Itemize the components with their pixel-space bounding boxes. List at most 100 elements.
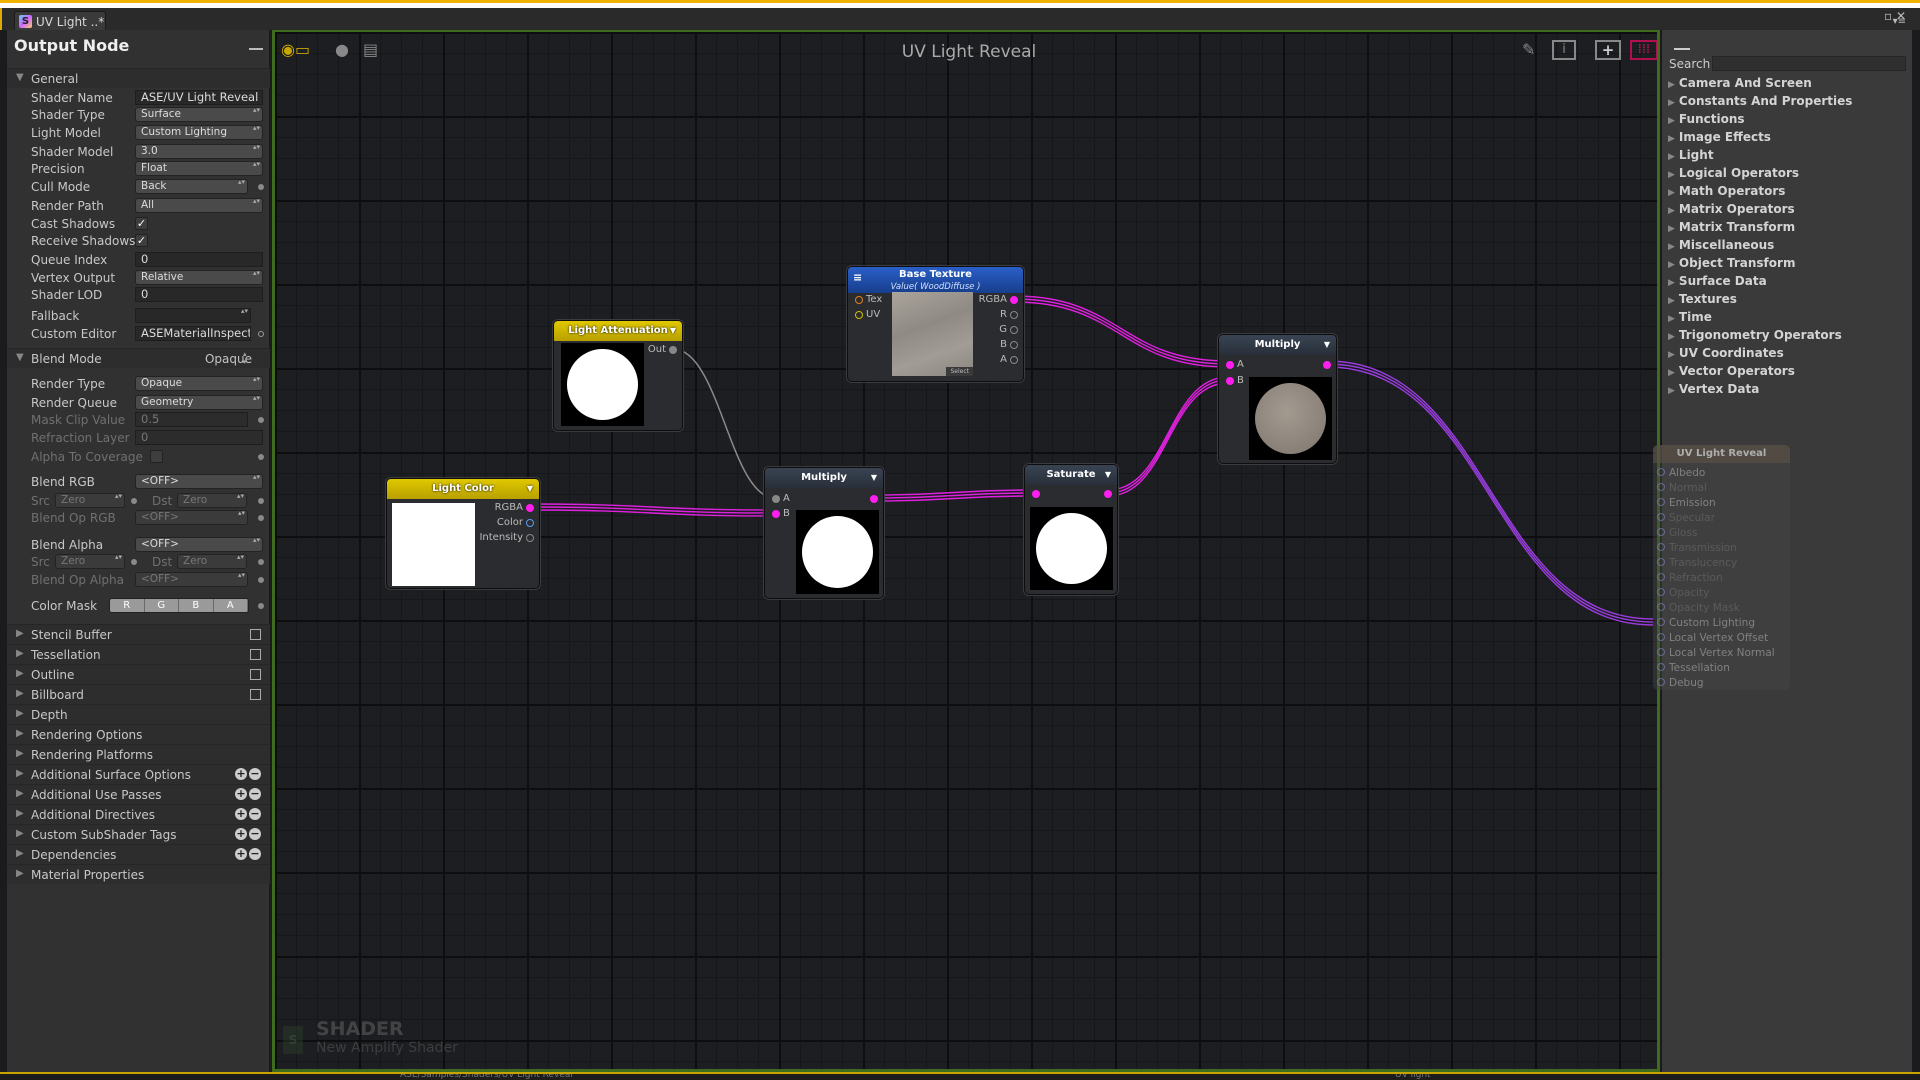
src-dropdown[interactable]: Zero — [55, 493, 125, 508]
node-light-color[interactable]: Light Color ▼ RGBA Color Intensity — [386, 478, 540, 589]
output-port-g[interactable] — [1010, 326, 1018, 334]
output-port[interactable] — [870, 495, 878, 503]
section-tessellation[interactable]: ▶ Tessellation — [7, 644, 270, 664]
collapse-palette-button[interactable] — [1674, 48, 1690, 50]
input-port-a[interactable] — [1226, 361, 1234, 369]
shader-lod-input[interactable]: 0 — [135, 287, 263, 302]
inline-property-dot[interactable] — [258, 603, 264, 609]
category-miscellaneous[interactable]: ▶ Miscellaneous — [1668, 238, 1774, 256]
render-path-dropdown[interactable]: All — [135, 198, 263, 213]
input-port-emission[interactable]: Emission — [1657, 497, 1716, 509]
input-port[interactable] — [1032, 490, 1040, 498]
category-textures[interactable]: ▶ Textures — [1668, 292, 1737, 310]
input-port-refraction[interactable]: Refraction — [1657, 572, 1723, 584]
section-rendering-platforms[interactable]: ▶ Rendering Platforms — [7, 744, 270, 764]
remove-icon[interactable]: − — [249, 768, 261, 780]
section-blend-mode[interactable]: ▼ Blend Mode Opaque — [7, 348, 270, 368]
alpha-to-coverage-checkbox[interactable] — [150, 450, 163, 463]
input-port-tex[interactable] — [855, 296, 863, 304]
input-port-b[interactable] — [772, 510, 780, 518]
dst-dropdown[interactable]: Zero — [177, 493, 247, 508]
output-port-rgba[interactable] — [526, 504, 534, 512]
inline-property-dot[interactable] — [258, 184, 264, 190]
info-icon[interactable]: i — [1552, 40, 1576, 60]
input-port-albedo[interactable]: Albedo — [1657, 467, 1705, 479]
minimize-panel-button[interactable] — [249, 48, 263, 50]
light-model-dropdown[interactable]: Custom Lighting — [135, 125, 263, 140]
node-base-texture[interactable]: ≡ Base Texture Value( WoodDiffuse ) Tex … — [847, 266, 1024, 382]
node-multiply-1[interactable]: Multiply ▼ A B — [764, 467, 884, 599]
section-billboard[interactable]: ▶ Billboard — [7, 684, 270, 704]
input-port-transmission[interactable]: Transmission — [1657, 542, 1737, 554]
inline-property-dot[interactable] — [258, 515, 264, 521]
src-dropdown[interactable]: Zero — [55, 554, 125, 569]
save-icon[interactable]: ▤ — [363, 40, 378, 59]
add-icon[interactable]: + — [235, 828, 247, 840]
input-port-normal[interactable]: Normal — [1657, 482, 1707, 494]
node-light-attenuation[interactable]: Light Attenuation ▼ Out — [553, 320, 683, 431]
category-trigonometry-operators[interactable]: ▶ Trigonometry Operators — [1668, 328, 1842, 346]
remove-icon[interactable]: − — [249, 788, 261, 800]
input-port-specular[interactable]: Specular — [1657, 512, 1715, 524]
section-rendering-options[interactable]: ▶ Rendering Options — [7, 724, 270, 744]
object-picker-icon[interactable] — [258, 331, 264, 337]
input-port-a[interactable] — [772, 495, 780, 503]
category-constants-and-properties[interactable]: ▶ Constants And Properties — [1668, 94, 1852, 112]
output-port-r[interactable] — [1010, 311, 1018, 319]
output-port[interactable] — [1323, 361, 1331, 369]
section-additional-use-passes[interactable]: ▶ Additional Use Passes + − — [7, 784, 270, 804]
dropdown-arrow-icon[interactable]: ▼ — [1324, 335, 1330, 355]
panel-menu-icon[interactable]: ▾≡ — [1893, 16, 1906, 27]
custom-editor-input[interactable]: ASEMaterialInspector — [135, 326, 251, 341]
category-time[interactable]: ▶ Time — [1668, 310, 1712, 328]
input-port-gloss[interactable]: Gloss — [1657, 527, 1697, 539]
node-header[interactable]: Saturate ▼ — [1025, 465, 1117, 485]
dropdown-arrow-icon[interactable]: ▼ — [871, 468, 877, 488]
input-port-local-vertex-normal[interactable]: Local Vertex Normal — [1657, 647, 1775, 659]
mask-a-toggle[interactable]: A — [213, 599, 248, 612]
render-type-dropdown[interactable]: Opaque — [135, 376, 263, 391]
output-port-a[interactable] — [1010, 356, 1018, 364]
mask-r-toggle[interactable]: R — [110, 599, 145, 612]
inline-property-dot[interactable] — [131, 498, 137, 504]
render-queue-dropdown[interactable]: Geometry — [135, 395, 263, 410]
mask-clip-input[interactable]: 0.5 — [135, 412, 248, 427]
add-icon[interactable]: + — [235, 808, 247, 820]
category-image-effects[interactable]: ▶ Image Effects — [1668, 130, 1771, 148]
mask-b-toggle[interactable]: B — [179, 599, 214, 612]
section-additional-surface-options[interactable]: ▶ Additional Surface Options + − — [7, 764, 270, 784]
section-additional-directives[interactable]: ▶ Additional Directives + − — [7, 804, 270, 824]
output-port-out[interactable] — [669, 346, 677, 354]
output-port-b[interactable] — [1010, 341, 1018, 349]
category-uv-coordinates[interactable]: ▶ UV Coordinates — [1668, 346, 1784, 364]
output-port-color[interactable] — [526, 519, 534, 527]
input-port-tessellation[interactable]: Tessellation — [1657, 662, 1730, 674]
menu-icon[interactable]: ≡ — [853, 272, 862, 284]
maximize-icon[interactable]: ▫ — [1884, 9, 1892, 23]
node-saturate[interactable]: Saturate ▼ — [1024, 464, 1118, 595]
node-header[interactable]: Light Color ▼ — [387, 479, 539, 499]
vertex-output-dropdown[interactable]: Relative — [135, 270, 263, 285]
blend-op-rgb-dropdown[interactable]: <OFF> — [135, 510, 248, 525]
receive-shadows-checkbox[interactable]: ✓ — [135, 234, 148, 247]
shader-type-dropdown[interactable]: Surface — [135, 107, 263, 122]
live-mode-toggle-icon[interactable]: ◉▭ — [281, 40, 310, 59]
precision-dropdown[interactable]: Float — [135, 161, 263, 176]
blend-alpha-dropdown[interactable]: <OFF> — [135, 537, 263, 552]
dropdown-arrow-icon[interactable]: ▼ — [527, 479, 533, 499]
category-surface-data[interactable]: ▶ Surface Data — [1668, 274, 1767, 292]
search-input[interactable] — [1712, 56, 1906, 71]
section-general[interactable]: ▼ General — [7, 68, 270, 88]
focus-add-icon[interactable]: + — [1595, 40, 1621, 60]
section-depth[interactable]: ▶ Depth — [7, 704, 270, 724]
section-stencil-buffer[interactable]: ▶ Stencil Buffer — [7, 624, 270, 644]
output-port-intensity[interactable] — [526, 534, 534, 542]
category-object-transform[interactable]: ▶ Object Transform — [1668, 256, 1795, 274]
input-port-translucency[interactable]: Translucency — [1657, 557, 1737, 569]
node-header[interactable]: Multiply ▼ — [765, 468, 883, 488]
enable-checkbox[interactable] — [250, 669, 261, 680]
mask-g-toggle[interactable]: G — [144, 599, 179, 612]
add-icon[interactable]: + — [235, 768, 247, 780]
enable-checkbox[interactable] — [250, 689, 261, 700]
category-matrix-operators[interactable]: ▶ Matrix Operators — [1668, 202, 1795, 220]
